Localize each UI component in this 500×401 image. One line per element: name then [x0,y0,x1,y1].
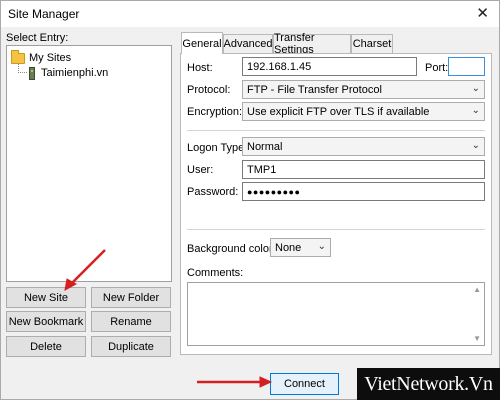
watermark: VietNetwork.Vn [357,368,500,400]
arrow-to-connect [197,376,273,388]
tab-general[interactable]: General [181,32,223,54]
annotation-arrows [64,249,273,388]
arrow-to-new-site [64,249,106,291]
site-manager-window: Site Manager ✕ Select Entry: My Sites Ta… [0,0,500,400]
